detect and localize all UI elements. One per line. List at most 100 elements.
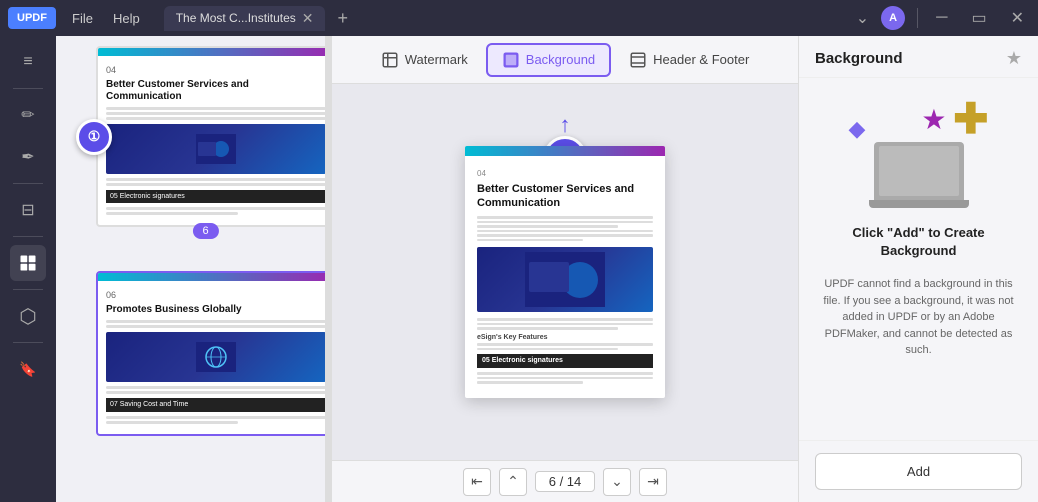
first-page-button[interactable]: ⇤ xyxy=(463,468,491,496)
page-input[interactable] xyxy=(535,471,595,492)
thumbnail-page-6[interactable]: 04 Better Customer Services and Communic… xyxy=(96,46,326,227)
content-line xyxy=(106,183,326,186)
section-number: 05 xyxy=(482,357,490,364)
text-line xyxy=(477,318,653,321)
right-panel-heading: Click "Add" to Create Background xyxy=(815,224,1022,260)
content-line xyxy=(106,178,326,181)
laptop-screen-inner xyxy=(879,146,959,196)
illustration: ✚ ★ ◆ xyxy=(839,98,999,208)
bookmark-tool-button[interactable]: 🔖 xyxy=(10,351,46,387)
content-line xyxy=(106,421,238,424)
menu-help[interactable]: Help xyxy=(105,9,148,28)
content-line xyxy=(106,107,326,110)
annotate-tool-button[interactable]: ✒ xyxy=(10,139,46,175)
doc-lines-sub xyxy=(477,343,653,350)
separator xyxy=(13,183,43,184)
text-line xyxy=(477,234,653,237)
avatar[interactable]: A xyxy=(881,6,905,30)
background-icon xyxy=(502,51,520,69)
right-panel-title: Background xyxy=(815,50,903,67)
convert-tool-button[interactable]: ⬡ xyxy=(10,298,46,334)
document-area: Watermark Background Header & Footer xyxy=(332,36,798,502)
cross-icon: ✚ xyxy=(953,98,988,140)
organize-tool-button[interactable] xyxy=(10,245,46,281)
separator xyxy=(13,88,43,89)
text-line xyxy=(477,239,583,242)
diamond-icon: ◆ xyxy=(849,118,866,140)
doc-lines-top xyxy=(477,216,653,241)
page-image-svg xyxy=(196,342,236,372)
doc-page-content: 04 Better Customer Services and Communic… xyxy=(465,156,665,397)
text-line xyxy=(477,323,653,326)
header-footer-label: Header & Footer xyxy=(653,52,749,67)
doc-lines-bot xyxy=(477,372,653,384)
laptop-screen xyxy=(874,142,964,200)
add-background-button[interactable]: Add xyxy=(815,453,1022,490)
watermark-button[interactable]: Watermark xyxy=(367,45,482,75)
content-line xyxy=(106,391,326,394)
thumbnail-page-7[interactable]: 06 Promotes Business Globally xyxy=(96,271,326,435)
doc-page-header-bar xyxy=(465,146,665,156)
document-toolbar: Watermark Background Header & Footer xyxy=(332,36,798,84)
organize-icon xyxy=(19,254,37,272)
last-page-button[interactable]: ⇥ xyxy=(639,468,667,496)
thumbnail-item-2[interactable]: 06 Promotes Business Globally xyxy=(96,271,315,435)
background-button[interactable]: Background xyxy=(486,43,611,77)
text-line xyxy=(477,327,618,330)
content-line xyxy=(106,325,326,328)
next-page-button[interactable]: ⌄ xyxy=(603,468,631,496)
tab-label: The Most C...Institutes xyxy=(176,11,296,25)
right-panel-footer: Add xyxy=(799,440,1038,502)
text-line xyxy=(477,343,653,346)
watermark-label: Watermark xyxy=(405,52,468,67)
subsection-title: eSign's Key Features xyxy=(477,333,653,343)
thumbnail-header xyxy=(98,273,326,281)
prev-page-button[interactable]: ⌃ xyxy=(499,468,527,496)
content-line xyxy=(106,207,326,210)
step-2-arrow-icon: ↑ xyxy=(560,114,571,136)
content-line xyxy=(106,416,326,419)
section-label: 07 Saving Cost and Time xyxy=(106,398,326,412)
content-line xyxy=(106,320,326,323)
tab-close-icon[interactable]: ✕ xyxy=(302,10,314,27)
document-page: 04 Better Customer Services and Communic… xyxy=(465,146,665,397)
close-button[interactable]: ✕ xyxy=(1005,6,1030,30)
content-line xyxy=(106,386,326,389)
right-panel-description: UPDF cannot find a background in this fi… xyxy=(815,276,1022,359)
app-logo: UPDF xyxy=(8,7,56,29)
page-number: 04 xyxy=(106,64,326,77)
page-image xyxy=(106,332,326,382)
section-label: 05 Electronic signatures xyxy=(106,190,326,204)
menu-bar: File Help xyxy=(64,9,148,28)
text-line xyxy=(477,348,618,351)
doc-page-title: Better Customer Services and Communicati… xyxy=(477,182,653,211)
text-line xyxy=(477,230,653,233)
doc-section-label: 05 Electronic signatures xyxy=(477,354,653,368)
maximize-button[interactable]: ▭ xyxy=(965,6,992,30)
right-panel: Background ★ ✚ ★ ◆ Click "Add" t xyxy=(798,36,1038,502)
add-tab-button[interactable]: + xyxy=(337,8,348,29)
reader-tool-button[interactable]: ≡ xyxy=(10,44,46,80)
minimize-button[interactable]: ─ xyxy=(930,7,953,29)
header-footer-button[interactable]: Header & Footer xyxy=(615,45,763,75)
favorite-icon[interactable]: ★ xyxy=(1006,48,1022,69)
form-tool-button[interactable]: ⊟ xyxy=(10,192,46,228)
menu-file[interactable]: File xyxy=(64,9,101,28)
document-view: ↑ ② 04 Better Customer Services and Comm… xyxy=(332,84,798,460)
separator xyxy=(13,289,43,290)
thumbnail-panel: ① 04 Better Customer Services and Commun… xyxy=(56,36,326,502)
background-label: Background xyxy=(526,52,595,67)
content-line xyxy=(106,117,326,120)
document-tab[interactable]: The Most C...Institutes ✕ xyxy=(164,6,326,31)
thumbnail-item-1[interactable]: ① 04 Better Customer Services and Commun… xyxy=(96,46,315,227)
dropdown-icon[interactable]: ⌄ xyxy=(856,8,869,28)
separator xyxy=(13,236,43,237)
edit-tool-button[interactable]: ✏ xyxy=(10,97,46,133)
text-line xyxy=(477,381,583,384)
text-line xyxy=(477,377,653,380)
text-line xyxy=(477,372,653,375)
separator xyxy=(917,8,918,28)
page-image-svg xyxy=(196,134,236,164)
doc-lines-mid xyxy=(477,318,653,330)
page-navigation: ⇤ ⌃ ⌄ ⇥ xyxy=(332,460,798,502)
